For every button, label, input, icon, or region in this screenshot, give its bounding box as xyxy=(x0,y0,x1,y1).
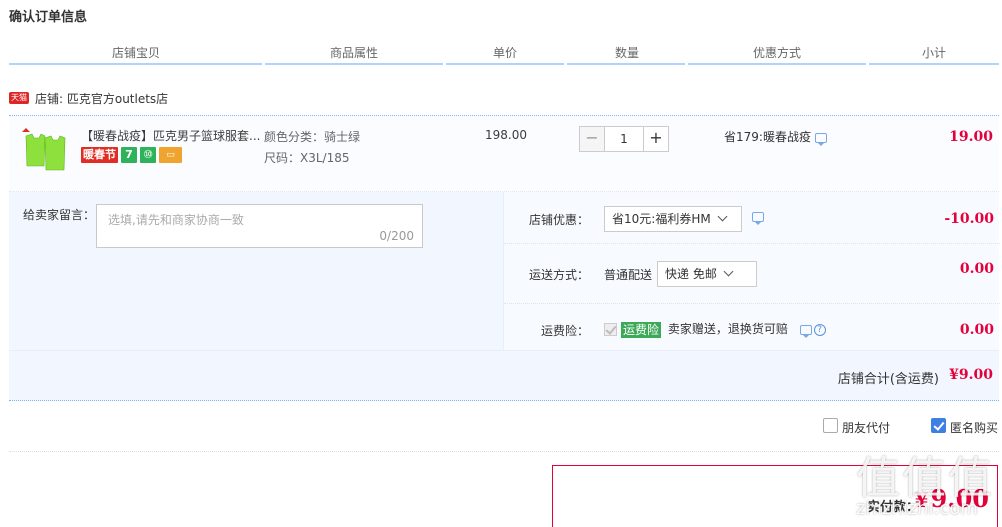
shipping-amount: 0.00 xyxy=(959,261,994,277)
purchase-options: 朋友代付 匿名购买 xyxy=(9,415,999,439)
shipping-label: 运送方式： xyxy=(528,268,589,282)
shop-total-value: ¥9.00 xyxy=(949,367,993,383)
header-underline xyxy=(265,63,443,65)
chevron-down-icon xyxy=(723,266,734,277)
promo-tags: 暖春节 7 ⑩ ▭ xyxy=(81,147,182,163)
item-discount: 省179:暖春战疫 xyxy=(724,128,827,146)
header-underline xyxy=(869,63,999,65)
shop-discount-select[interactable]: 省10元:福利券HM xyxy=(604,206,742,232)
insurance-checkbox[interactable] xyxy=(604,323,617,336)
insurance-amount: 0.00 xyxy=(959,322,994,338)
message-char-count: 0/200 xyxy=(379,229,414,243)
comment-icon[interactable] xyxy=(752,212,764,225)
guarantee-icon: ⑩ xyxy=(140,147,156,163)
header-underline xyxy=(567,63,685,65)
insurance-label: 运费险： xyxy=(540,324,589,338)
message-label: 给卖家留言： xyxy=(23,208,96,222)
insurance-row: 运费险： 运费险 卖家赠送，退换货可赔 ? 0.00 xyxy=(504,304,1000,350)
order-options: 给卖家留言： 选填,请先和商家协商一致 0/200 店铺优惠： 省10元:福利券… xyxy=(9,192,1000,350)
order-item: 【暖春战疫】匹克男子篮球服套... 暖春节 7 ⑩ ▭ 颜色分类：骑士绿 尺码：… xyxy=(9,115,999,192)
tmall-icon: 天猫 xyxy=(9,92,29,104)
seven-day-return-icon: 7 xyxy=(121,147,137,163)
divider xyxy=(9,451,999,452)
attr-color: 颜色分类：骑士绿 xyxy=(264,130,361,144)
currency-symbol: ¥ xyxy=(914,488,929,512)
shop-discount-amount: -10.00 xyxy=(944,211,994,227)
friend-pay-label[interactable]: 朋友代付 xyxy=(842,419,890,436)
comment-icon[interactable] xyxy=(799,324,812,338)
shop-discount-label: 店铺优惠： xyxy=(528,213,589,227)
payment-total: ¥9.00 xyxy=(915,484,989,513)
attr-size: 尺码：X3L/185 xyxy=(264,151,350,165)
shipping-method: 普通配送 xyxy=(604,268,653,282)
column-subtotal: 小计 xyxy=(922,46,947,60)
product-image[interactable] xyxy=(19,128,69,174)
header-underline xyxy=(446,63,564,65)
shop-total-row: 店铺合计(含运费) ¥9.00 xyxy=(9,350,999,401)
shipping-select[interactable]: 快递 免邮 xyxy=(657,261,757,287)
anonymous-checkbox[interactable] xyxy=(931,418,946,433)
friend-pay-checkbox[interactable] xyxy=(823,418,838,433)
insurance-info: 运费险 卖家赠送，退换货可赔 ? xyxy=(604,320,826,338)
shop-row: 天猫 店铺: 匹克官方outlets店 xyxy=(9,88,168,108)
shipping-value: 快递 免邮 xyxy=(665,267,717,281)
order-options-panel: 店铺优惠： 省10元:福利券HM -10.00 运送方式： 普通配送 快递 免邮… xyxy=(503,192,1000,350)
quantity-input[interactable]: 1 xyxy=(605,126,643,152)
increase-button[interactable]: + xyxy=(643,126,669,152)
item-subtotal: 19.00 xyxy=(949,129,993,145)
column-shop-items: 店铺宝贝 xyxy=(112,46,161,60)
anonymous-label[interactable]: 匿名购买 xyxy=(950,419,998,436)
shipping-row: 运送方式： 普通配送 快递 免邮 0.00 xyxy=(504,244,1000,304)
column-attributes: 商品属性 xyxy=(330,46,379,60)
help-icon[interactable]: ? xyxy=(813,323,826,336)
insurance-badge: 运费险 xyxy=(621,321,662,338)
quantity-stepper: − 1 + xyxy=(579,126,669,152)
table-header: 店铺宝贝 商品属性 单价 数量 优惠方式 小计 xyxy=(9,40,999,65)
page-title: 确认订单信息 xyxy=(9,10,88,25)
discount-text: 省179:暖春战疫 xyxy=(724,130,811,144)
chevron-down-icon xyxy=(717,211,728,222)
shop-name-link[interactable]: 店铺: 匹克官方outlets店 xyxy=(35,90,168,107)
shop-discount-value: 省10元:福利券HM xyxy=(612,212,711,226)
comment-icon[interactable] xyxy=(814,132,827,146)
column-discount: 优惠方式 xyxy=(753,46,802,60)
seller-message-input[interactable]: 选填,请先和商家协商一致 0/200 xyxy=(96,204,423,248)
decrease-button[interactable]: − xyxy=(579,126,605,152)
shop-total-label: 店铺合计(含运费) xyxy=(837,372,939,387)
header-underline xyxy=(9,63,262,65)
unit-price: 198.00 xyxy=(485,128,527,142)
insurance-text: 卖家赠送，退换货可赔 xyxy=(667,322,788,336)
payment-amount: 9.00 xyxy=(930,484,989,513)
credit-card-icon: ▭ xyxy=(159,147,182,163)
payment-summary: 实付款： ¥9.00 xyxy=(552,465,998,527)
header-underline xyxy=(688,63,866,65)
payment-label: 实付款： xyxy=(866,500,919,515)
product-title-link[interactable]: 【暖春战疫】匹克男子篮球服套... xyxy=(81,127,267,144)
message-placeholder: 选填,请先和商家协商一致 xyxy=(108,213,244,227)
spring-festival-tag: 暖春节 xyxy=(81,147,118,163)
shop-discount-row: 店铺优惠： 省10元:福利券HM -10.00 xyxy=(504,192,1000,244)
column-unit-price: 单价 xyxy=(493,46,518,60)
column-quantity: 数量 xyxy=(615,46,640,60)
